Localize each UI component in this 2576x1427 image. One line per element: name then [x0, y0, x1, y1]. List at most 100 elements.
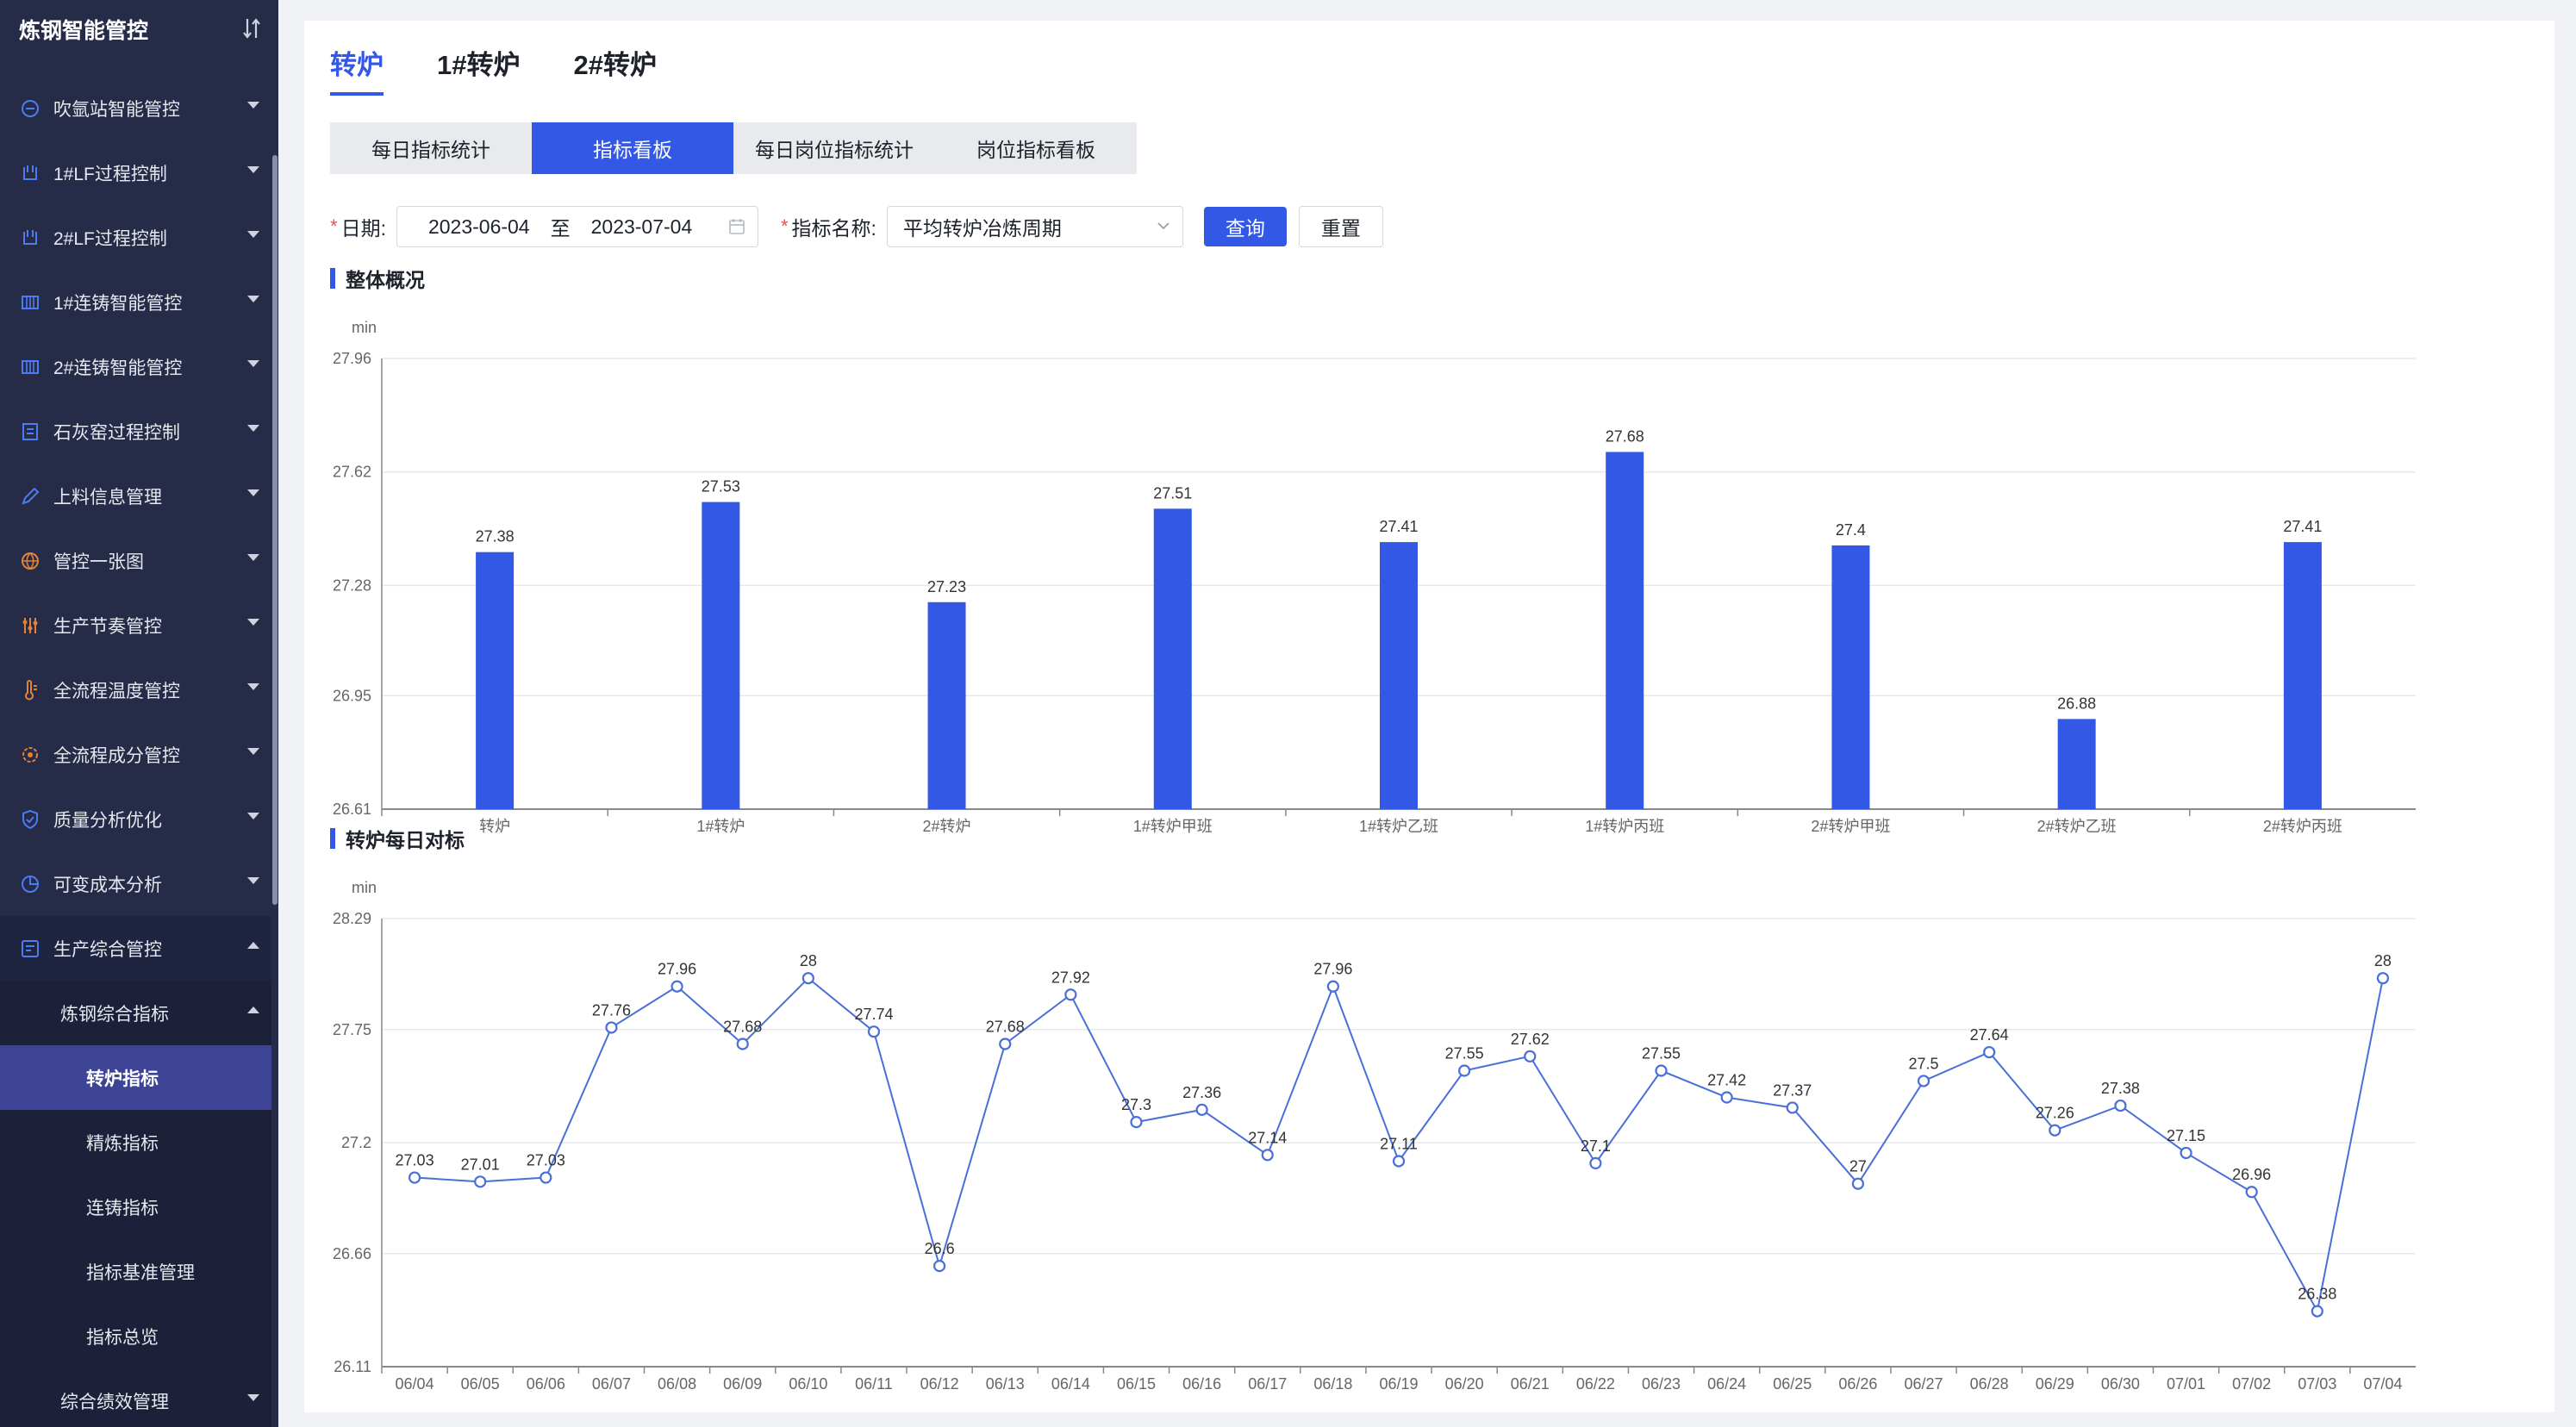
- data-point: [1917, 1075, 1930, 1087]
- required-mark: *: [330, 215, 338, 237]
- reset-button[interactable]: 重置: [1298, 206, 1383, 247]
- point-value-label: 27.03: [527, 1152, 565, 1169]
- date-start[interactable]: 2023-06-04: [428, 215, 530, 239]
- sidebar-item[interactable]: 质量分析优化: [0, 787, 271, 851]
- shield-check-icon: [22, 809, 38, 829]
- sidebar-item[interactable]: 吹氩站智能管控: [0, 76, 271, 140]
- data-point: [999, 1038, 1012, 1050]
- data-point: [2114, 1099, 2127, 1112]
- bar-value-label: 27.23: [927, 578, 966, 595]
- sidebar-item-production[interactable]: 生产综合管控: [0, 916, 271, 981]
- section-overview-title: 整体概况: [330, 264, 425, 293]
- bar: [1606, 452, 1644, 809]
- point-value-label: 27.03: [396, 1152, 434, 1169]
- sidebar-subitem[interactable]: 转炉指标: [0, 1045, 271, 1110]
- y-tick-label: 26.95: [333, 687, 371, 704]
- point-value-label: 27.37: [1773, 1081, 1812, 1099]
- x-tick-label: 06/26: [1838, 1375, 1877, 1393]
- x-tick-label: 06/09: [723, 1375, 762, 1393]
- chevron-down-icon: [247, 102, 259, 109]
- point-value-label: 27.64: [1970, 1026, 2009, 1044]
- point-value-label: 27.96: [1313, 961, 1352, 978]
- sidebar-item-performance[interactable]: 综合绩效管理: [0, 1368, 271, 1427]
- sidebar-item[interactable]: 2#LF过程控制: [0, 205, 271, 270]
- sidebar-subgroup-steelmaking[interactable]: 炼钢综合指标: [0, 981, 271, 1045]
- argon-station-icon: [22, 99, 39, 117]
- sidebar-item-label: 管控一张图: [53, 551, 144, 572]
- x-tick-label: 06/07: [592, 1375, 631, 1393]
- x-tick-label: 06/20: [1445, 1375, 1484, 1393]
- date-range-picker[interactable]: 2023-06-04 至 2023-07-04: [396, 206, 758, 247]
- point-value-label: 27.01: [461, 1156, 500, 1173]
- sidebar-item[interactable]: 1#连铸智能管控: [0, 270, 271, 334]
- point-value-label: 27.55: [1445, 1045, 1484, 1062]
- y-tick-label: 26.66: [333, 1245, 371, 1262]
- sidebar-item[interactable]: 全流程温度管控: [0, 657, 271, 722]
- dashboard-icon: [22, 939, 39, 957]
- tab-post-board[interactable]: 岗位指标看板: [935, 122, 1137, 174]
- point-value-label: 27.92: [1051, 969, 1090, 986]
- data-point: [1261, 1149, 1274, 1162]
- sidebar-subitem[interactable]: 指标总览: [0, 1304, 271, 1368]
- main-panel: 转炉 1#转炉 2#转炉 每日指标统计 指标看板 每日岗位指标统计 岗位指标看板…: [304, 21, 2554, 1412]
- section-daily-title: 转炉每日对标: [330, 824, 465, 853]
- y-axis-unit: min: [352, 879, 377, 896]
- point-value-label: 28: [800, 952, 817, 969]
- tab-daily-post-stats[interactable]: 每日岗位指标统计: [733, 122, 935, 174]
- sidebar-subitem[interactable]: 精炼指标: [0, 1110, 271, 1175]
- x-tick-label: 1#转炉甲班: [1133, 818, 1213, 835]
- tab-daily-stats[interactable]: 每日指标统计: [330, 122, 532, 174]
- tab-converter[interactable]: 转炉: [330, 43, 384, 96]
- x-tick-label: 06/08: [658, 1375, 696, 1393]
- data-point: [2311, 1305, 2323, 1318]
- tab-converter-2[interactable]: 2#转炉: [573, 43, 656, 82]
- sidebar-scrollbar[interactable]: [272, 155, 278, 905]
- chevron-down-icon: [247, 489, 259, 496]
- date-end[interactable]: 2023-07-04: [591, 215, 693, 239]
- data-point: [1392, 1155, 1406, 1168]
- x-tick-label: 06/30: [2101, 1375, 2140, 1393]
- chevron-down-icon: [247, 619, 259, 626]
- pencil-icon: [22, 487, 40, 505]
- sidebar-item[interactable]: 管控一张图: [0, 528, 271, 593]
- point-value-label: 27.15: [2167, 1127, 2205, 1144]
- chevron-down-icon: [247, 360, 259, 367]
- point-value-label: 27.5: [1909, 1055, 1939, 1072]
- metric-select[interactable]: 平均转炉冶炼周期: [886, 206, 1183, 247]
- collapse-sort-icon[interactable]: [241, 16, 262, 41]
- bar: [2057, 719, 2096, 809]
- bar-value-label: 26.88: [2057, 695, 2096, 712]
- globe-icon: [22, 551, 39, 570]
- data-point: [1655, 1064, 1668, 1077]
- tab-indicator-board[interactable]: 指标看板: [532, 122, 733, 174]
- data-point: [1458, 1064, 1471, 1077]
- sidebar-item[interactable]: 2#连铸智能管控: [0, 334, 271, 399]
- query-button[interactable]: 查询: [1203, 207, 1287, 246]
- x-tick-label: 07/04: [2363, 1375, 2402, 1393]
- x-tick-label: 06/23: [1642, 1375, 1681, 1393]
- point-value-label: 27.62: [1511, 1031, 1550, 1048]
- tab-converter-1[interactable]: 1#转炉: [437, 43, 520, 82]
- data-point: [736, 1038, 749, 1050]
- sidebar-item-label: 生产综合管控: [53, 939, 162, 960]
- sidebar-item[interactable]: 石灰窑过程控制: [0, 399, 271, 464]
- sidebar-subitem-label: 指标总览: [86, 1327, 159, 1348]
- sidebar-item[interactable]: 上料信息管理: [0, 464, 271, 528]
- sidebar-item[interactable]: 1#LF过程控制: [0, 140, 271, 205]
- sidebar-item[interactable]: 可变成本分析: [0, 851, 271, 916]
- sidebar-item[interactable]: 全流程成分管控: [0, 722, 271, 787]
- sidebar-item[interactable]: 生产节奏管控: [0, 593, 271, 657]
- data-point: [1589, 1156, 1602, 1169]
- sidebar-subitem[interactable]: 指标基准管理: [0, 1239, 271, 1304]
- required-mark: *: [780, 215, 789, 237]
- sidebar-subitem-label: 连铸指标: [86, 1198, 159, 1218]
- x-tick-label: 2#转炉甲班: [1811, 818, 1890, 835]
- data-point: [2180, 1146, 2192, 1160]
- caster-icon: [22, 359, 39, 374]
- sidebar-subitem[interactable]: 连铸指标: [0, 1175, 271, 1239]
- x-tick-label: 06/14: [1051, 1375, 1090, 1393]
- data-point: [932, 1260, 946, 1273]
- y-tick-label: 27.96: [333, 350, 371, 367]
- sidebar-item-label: 质量分析优化: [53, 810, 162, 831]
- point-value-label: 27.11: [1380, 1135, 1418, 1152]
